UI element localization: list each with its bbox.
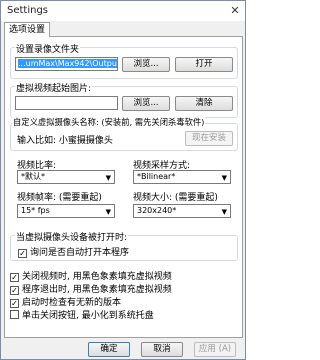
open-folder-button[interactable]: 打开 bbox=[175, 57, 233, 72]
record-folder-title: 设置录像文件夹 bbox=[15, 42, 81, 55]
ask-open-program-label: 询问是否自动打开本程序 bbox=[30, 248, 130, 258]
start-image-path-input[interactable] bbox=[15, 96, 118, 110]
checkbox-box: ✓ bbox=[10, 286, 19, 295]
chevron-down-icon: ▼ bbox=[105, 174, 111, 182]
sampling-mode-value: *Bilinear* bbox=[137, 172, 176, 181]
minimize-to-tray-checkbox[interactable]: 单击关闭按钮, 最小化到系统托盘 bbox=[10, 308, 154, 321]
ask-open-program-checkbox[interactable]: ✓ 询问是否自动打开本程序 bbox=[18, 245, 130, 258]
record-folder-path-input[interactable]: ...umMax\Max942\Output\ bbox=[15, 57, 118, 71]
cancel-button[interactable]: 取消 bbox=[141, 342, 183, 357]
checkbox-box: ✓ bbox=[10, 299, 19, 308]
start-image-title: 虚拟视频起始图片: bbox=[15, 81, 93, 94]
close-icon[interactable]: ✕ bbox=[228, 4, 242, 17]
option-label: 程序退出时, 用黑色象素填充虚拟视频 bbox=[22, 285, 172, 295]
start-image-browse-button[interactable]: 浏览... bbox=[122, 96, 170, 111]
option-label: 启动时检查有无新的版本 bbox=[22, 298, 122, 308]
frame-rate-label: 视频帧率: (需要重起) bbox=[17, 193, 102, 203]
sampling-mode-select[interactable]: *Bilinear* ▼ bbox=[133, 170, 231, 184]
camera-name-hint: 输入比如: 小蜜摄摄像头 bbox=[17, 136, 113, 146]
black-fill-on-close-checkbox[interactable]: ✓ 关闭视频时, 用黑色象素填充虚拟视频 bbox=[10, 269, 172, 282]
options-panel: 设置录像文件夹 ...umMax\Max942\Output\ 浏览... 打开… bbox=[4, 36, 243, 338]
camera-open-title: 当虚拟摄像头设备被打开时: bbox=[15, 230, 129, 243]
check-updates-checkbox[interactable]: ✓ 启动时检查有无新的版本 bbox=[10, 295, 122, 308]
settings-window: Settings ✕ 选项设置 设置录像文件夹 ...umMax\Max942\… bbox=[0, 0, 246, 360]
checkbox-box: ✓ bbox=[10, 273, 19, 282]
video-size-value: 320x240* bbox=[137, 206, 177, 215]
camera-name-field[interactable]: 输入比如: 小蜜摄摄像头 bbox=[17, 133, 158, 146]
video-size-select[interactable]: 320x240* ▼ bbox=[133, 204, 231, 218]
custom-camera-title: 自定义虚拟摄像头名称: (安装前, 需先关闭杀毒软件) bbox=[12, 116, 206, 128]
video-ratio-value: *默认* bbox=[21, 172, 45, 181]
black-fill-on-exit-checkbox[interactable]: ✓ 程序退出时, 用黑色象素填充虚拟视频 bbox=[10, 282, 172, 295]
option-label: 单击关闭按钮, 最小化到系统托盘 bbox=[22, 311, 154, 321]
checkbox-box bbox=[10, 310, 19, 319]
record-folder-browse-button[interactable]: 浏览... bbox=[122, 57, 170, 72]
checkbox-box: ✓ bbox=[18, 249, 27, 258]
chevron-down-icon: ▼ bbox=[221, 174, 227, 182]
install-now-button[interactable]: 现在安装 bbox=[185, 131, 233, 146]
tab-options[interactable]: 选项设置 bbox=[4, 22, 50, 37]
option-label: 关闭视频时, 用黑色象素填充虚拟视频 bbox=[22, 272, 172, 282]
clear-image-button[interactable]: 清除 bbox=[175, 96, 233, 111]
chevron-down-icon: ▼ bbox=[221, 208, 227, 216]
ok-button[interactable]: 确定 bbox=[88, 342, 130, 357]
frame-rate-select[interactable]: 15* fps ▼ bbox=[17, 204, 115, 218]
video-ratio-select[interactable]: *默认* ▼ bbox=[17, 170, 115, 184]
title-bar: Settings ✕ bbox=[1, 1, 245, 21]
chevron-down-icon: ▼ bbox=[105, 208, 111, 216]
frame-rate-value: 15* fps bbox=[21, 206, 50, 215]
window-title: Settings bbox=[7, 5, 49, 16]
apply-button[interactable]: 应用 (A) bbox=[194, 342, 236, 357]
record-folder-path-text: ...umMax\Max942\Output\ bbox=[18, 59, 117, 68]
video-size-label: 视频大小: (需要重起) bbox=[133, 193, 218, 203]
